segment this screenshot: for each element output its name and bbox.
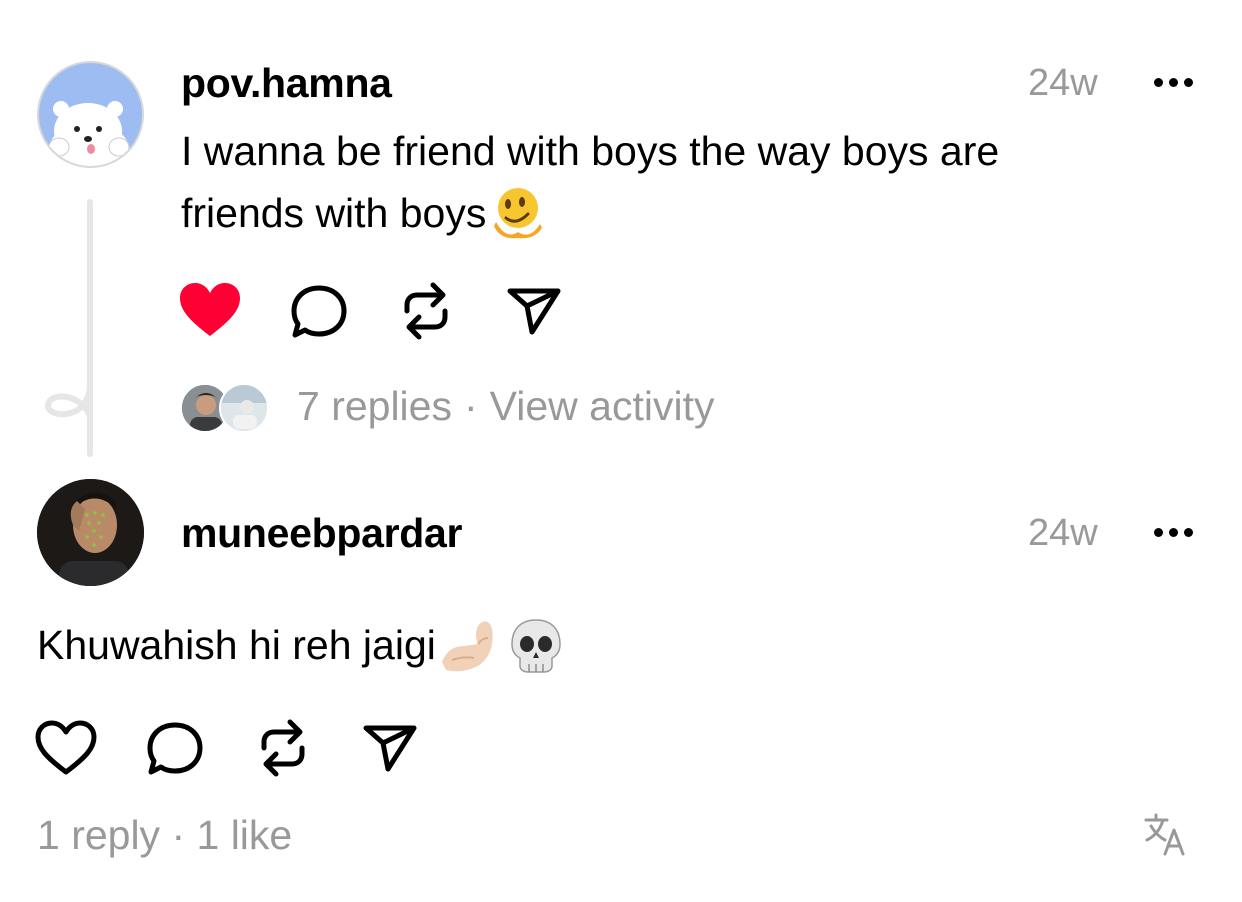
comment-icon[interactable] <box>145 721 205 777</box>
avatar[interactable] <box>37 61 144 168</box>
comment-icon[interactable] <box>289 284 349 340</box>
repost-icon[interactable] <box>256 718 310 778</box>
more-icon[interactable] <box>1154 78 1193 87</box>
reply-text: Khuwahish hi reh jaigi <box>37 614 564 676</box>
translate-icon[interactable] <box>1143 812 1189 858</box>
avatar[interactable] <box>37 479 144 586</box>
post-timestamp: 24w <box>1028 62 1098 104</box>
share-icon[interactable] <box>506 286 562 336</box>
reply-timestamp: 24w <box>1028 512 1098 554</box>
replier-avatar[interactable] <box>219 383 269 433</box>
heart-icon[interactable] <box>35 720 97 776</box>
melting-face-emoji <box>494 188 543 239</box>
bear-avatar-image <box>48 101 130 166</box>
replies-count[interactable]: 7 replies <box>297 383 452 430</box>
repost-icon[interactable] <box>399 281 453 341</box>
replier-avatar-image <box>221 385 267 431</box>
post-text: I wanna be friend with boys the way boys… <box>181 120 1141 244</box>
more-icon[interactable] <box>1154 528 1193 537</box>
reply-text-content: Khuwahish hi reh jaigi <box>37 622 436 668</box>
heart-icon[interactable] <box>179 282 241 338</box>
view-activity-link[interactable]: View activity <box>490 383 715 430</box>
reply-stats[interactable]: 1 reply · 1 like <box>37 812 292 859</box>
post-text-line-1: I wanna be friend with boys the way boys… <box>181 128 1000 174</box>
share-icon[interactable] <box>362 723 418 773</box>
man-avatar-image <box>37 479 144 586</box>
post-text-line-2: friends with boys <box>181 190 487 236</box>
post-username[interactable]: pov.hamna <box>181 60 392 107</box>
reply-username[interactable]: muneebpardar <box>181 510 463 557</box>
post-meta: 7 replies · View activity <box>297 383 714 430</box>
meta-separator: · <box>463 383 478 429</box>
thread-line <box>44 199 93 457</box>
skull-emoji <box>511 619 561 673</box>
pinching-hand-emoji <box>441 621 493 672</box>
